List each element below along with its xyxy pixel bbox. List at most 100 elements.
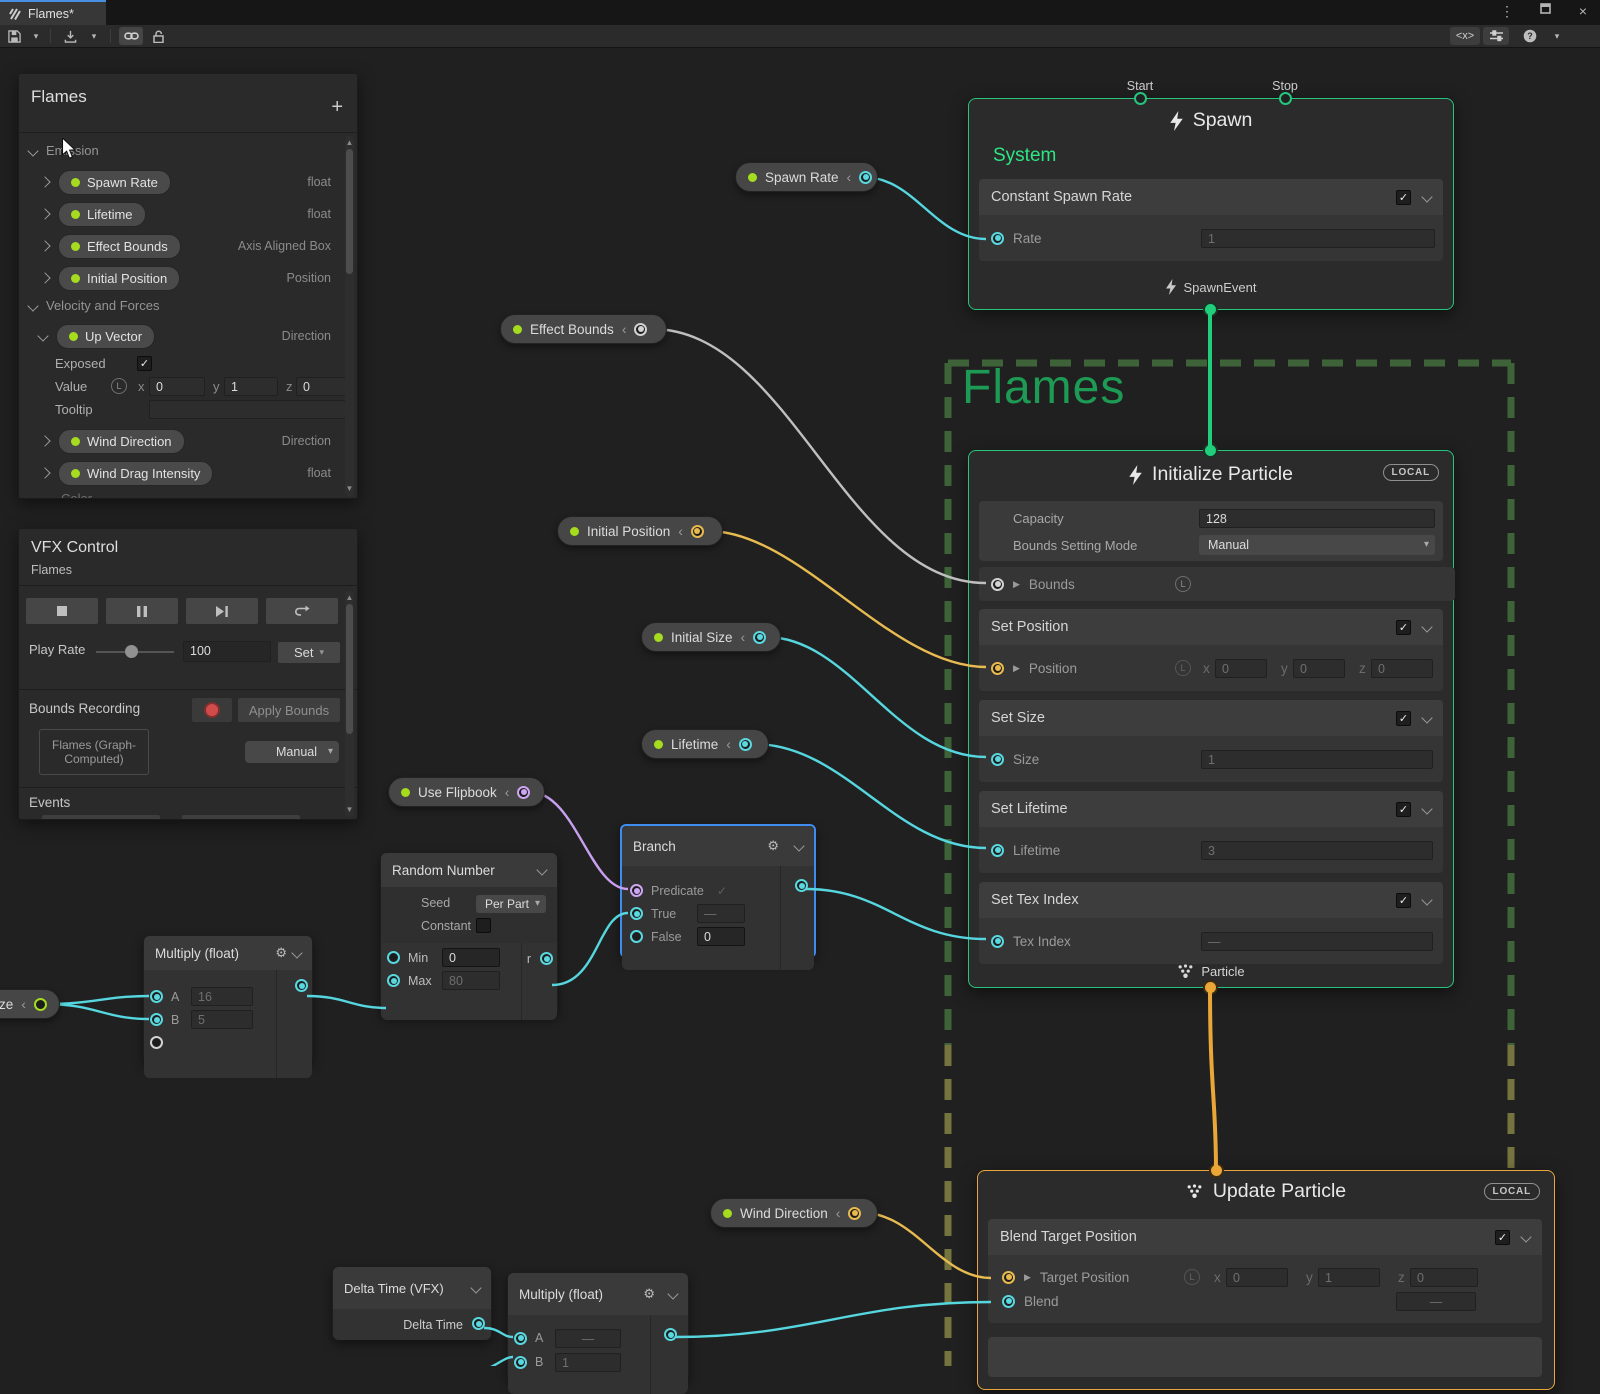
output-port[interactable] [295,979,308,992]
output-port[interactable] [848,1207,861,1220]
record-bounds-button[interactable] [191,697,233,723]
block-collapse-icon[interactable] [1421,803,1432,814]
max-input-port[interactable] [387,974,400,987]
row-expander-icon[interactable] [39,176,50,187]
branch-node[interactable]: Branch ⚙ Predicate ✓ True — False 0 [620,824,816,958]
update-particle-node[interactable]: Update Particle LOCAL Blend Target Posit… [977,1170,1555,1390]
spawn-node[interactable]: Spawn System Constant Spawn Rate Rate 1 … [968,98,1454,310]
target-position-input-port[interactable] [1002,1271,1015,1284]
output-port[interactable] [517,786,530,799]
value-y-field[interactable]: 1 [224,377,278,396]
section-collapse-icon[interactable] [27,300,38,311]
a-value-field[interactable]: — [555,1329,621,1348]
property-row[interactable]: Spawn Rate float [19,166,357,198]
window-menu-icon[interactable]: ⋮ [1498,3,1516,20]
size-value-field[interactable]: 1 [1201,750,1433,769]
gear-icon[interactable]: ⚙ [275,945,287,961]
settings-sliders-button[interactable] [1483,27,1509,45]
set-position-block[interactable]: Set Position [979,609,1443,645]
property-row[interactable]: Wind Drag Intensity float [19,457,357,489]
window-close-icon[interactable]: × [1574,3,1592,19]
parameter-node-initial-size[interactable]: Initial Size ‹ [641,622,781,652]
collapse-icon[interactable]: ‹ [505,787,510,797]
parameter-node-use-flipbook[interactable]: Use Flipbook ‹ [388,777,545,807]
blend-value-field[interactable]: — [1396,1292,1476,1311]
target-z-field[interactable]: 0 [1410,1268,1478,1287]
row-expander-icon[interactable] [37,330,48,341]
set-lifetime-block[interactable]: Set Lifetime [979,791,1443,827]
set-play-rate-button[interactable]: Set ▾ [277,641,341,664]
random-number-node[interactable]: Random Number Seed Per Part Constant Min… [380,852,558,1016]
section-velocity-and-forces[interactable]: Velocity and Forces [29,298,159,313]
play-rate-slider-knob[interactable] [125,645,138,658]
bounds-setting-mode-dropdown[interactable]: Manual [1199,535,1435,555]
property-row[interactable]: Wind Direction Direction [19,425,357,457]
row-expander-icon[interactable] [39,272,50,283]
window-maximize-icon[interactable] [1540,3,1558,14]
save-button[interactable] [4,27,24,45]
output-port[interactable] [859,171,872,184]
output-port[interactable] [472,1317,485,1330]
node-collapse-icon[interactable] [667,1288,678,1299]
output-port[interactable] [753,631,766,644]
a-input-port[interactable] [514,1332,527,1345]
predicate-checkmark-icon[interactable]: ✓ [717,884,727,898]
property-row[interactable]: Lifetime float [19,198,357,230]
blackboard-scrollbar[interactable]: ▲ ▼ [345,136,354,496]
value-x-field[interactable]: 0 [149,377,205,396]
parameter-node-size[interactable]: Size ‹ [0,989,60,1019]
bounds-input-port[interactable] [991,578,1004,591]
b-input-port[interactable] [514,1356,527,1369]
gear-icon[interactable]: ⚙ [767,838,779,854]
tex-index-value-field[interactable]: — [1201,932,1433,951]
block-collapse-icon[interactable] [1421,621,1432,632]
apply-bounds-button[interactable]: Apply Bounds [237,697,341,723]
next-block-clipped[interactable] [988,1337,1542,1377]
min-input-port[interactable] [387,951,400,964]
multiply-float-node-1[interactable]: Multiply (float) ⚙ A 16 B 5 [143,935,313,1063]
blackboard-panel[interactable]: Flames + Emission Spawn Rate float Lifet… [18,73,358,499]
collapse-icon[interactable]: ‹ [847,172,852,182]
play-rate-field[interactable]: 100 [183,641,271,662]
rate-input-port[interactable] [991,232,1004,245]
node-collapse-icon[interactable] [536,864,547,875]
a-value-field[interactable]: 16 [191,987,253,1006]
parameter-node-spawn-rate[interactable]: Spawn Rate ‹ [735,162,878,192]
capacity-field[interactable]: 128 [1199,509,1435,528]
section-color-clipped[interactable]: Color [61,491,92,499]
position-input-port[interactable] [991,662,1004,675]
local-space-icon[interactable] [1184,1269,1200,1285]
set-tex-index-block[interactable]: Set Tex Index [979,882,1443,918]
rate-value-field[interactable]: 1 [1201,229,1435,248]
stop-button[interactable] [25,597,99,625]
size-input-port[interactable] [991,753,1004,766]
block-collapse-icon[interactable] [1421,894,1432,905]
output-port[interactable] [795,879,808,892]
toolbar-dropdown-icon[interactable]: ▾ [1548,27,1566,45]
block-collapse-icon[interactable] [1421,191,1432,202]
lifetime-input-port[interactable] [991,844,1004,857]
node-collapse-icon[interactable] [793,840,804,851]
tab-flames[interactable]: Flames* [0,0,106,25]
property-row[interactable]: Up Vector Direction [19,320,357,352]
help-button[interactable]: ? [1520,27,1540,45]
local-space-icon[interactable] [1175,576,1191,592]
parameter-node-lifetime[interactable]: Lifetime ‹ [641,729,769,759]
on-stop-button[interactable] [181,814,301,820]
output-port[interactable] [739,738,752,751]
parameter-node-wind-direction[interactable]: Wind Direction ‹ [710,1198,878,1228]
collapse-icon[interactable]: ‹ [21,999,26,1009]
step-button[interactable] [185,597,259,625]
collapse-icon[interactable]: ‹ [678,526,683,536]
row-expander-icon[interactable] [39,240,50,251]
vfx-control-scrollbar[interactable]: ▲ ▼ [345,591,354,817]
save-dropdown-icon[interactable]: ▾ [28,27,44,45]
false-value-field[interactable]: 0 [697,927,745,946]
exposed-checkbox[interactable] [137,356,152,371]
false-input-port[interactable] [630,930,643,943]
tooltip-field[interactable] [149,400,349,419]
row-expander-icon[interactable] [39,208,50,219]
output-port[interactable] [634,323,647,336]
link-button[interactable] [119,27,143,45]
output-port[interactable] [691,525,704,538]
